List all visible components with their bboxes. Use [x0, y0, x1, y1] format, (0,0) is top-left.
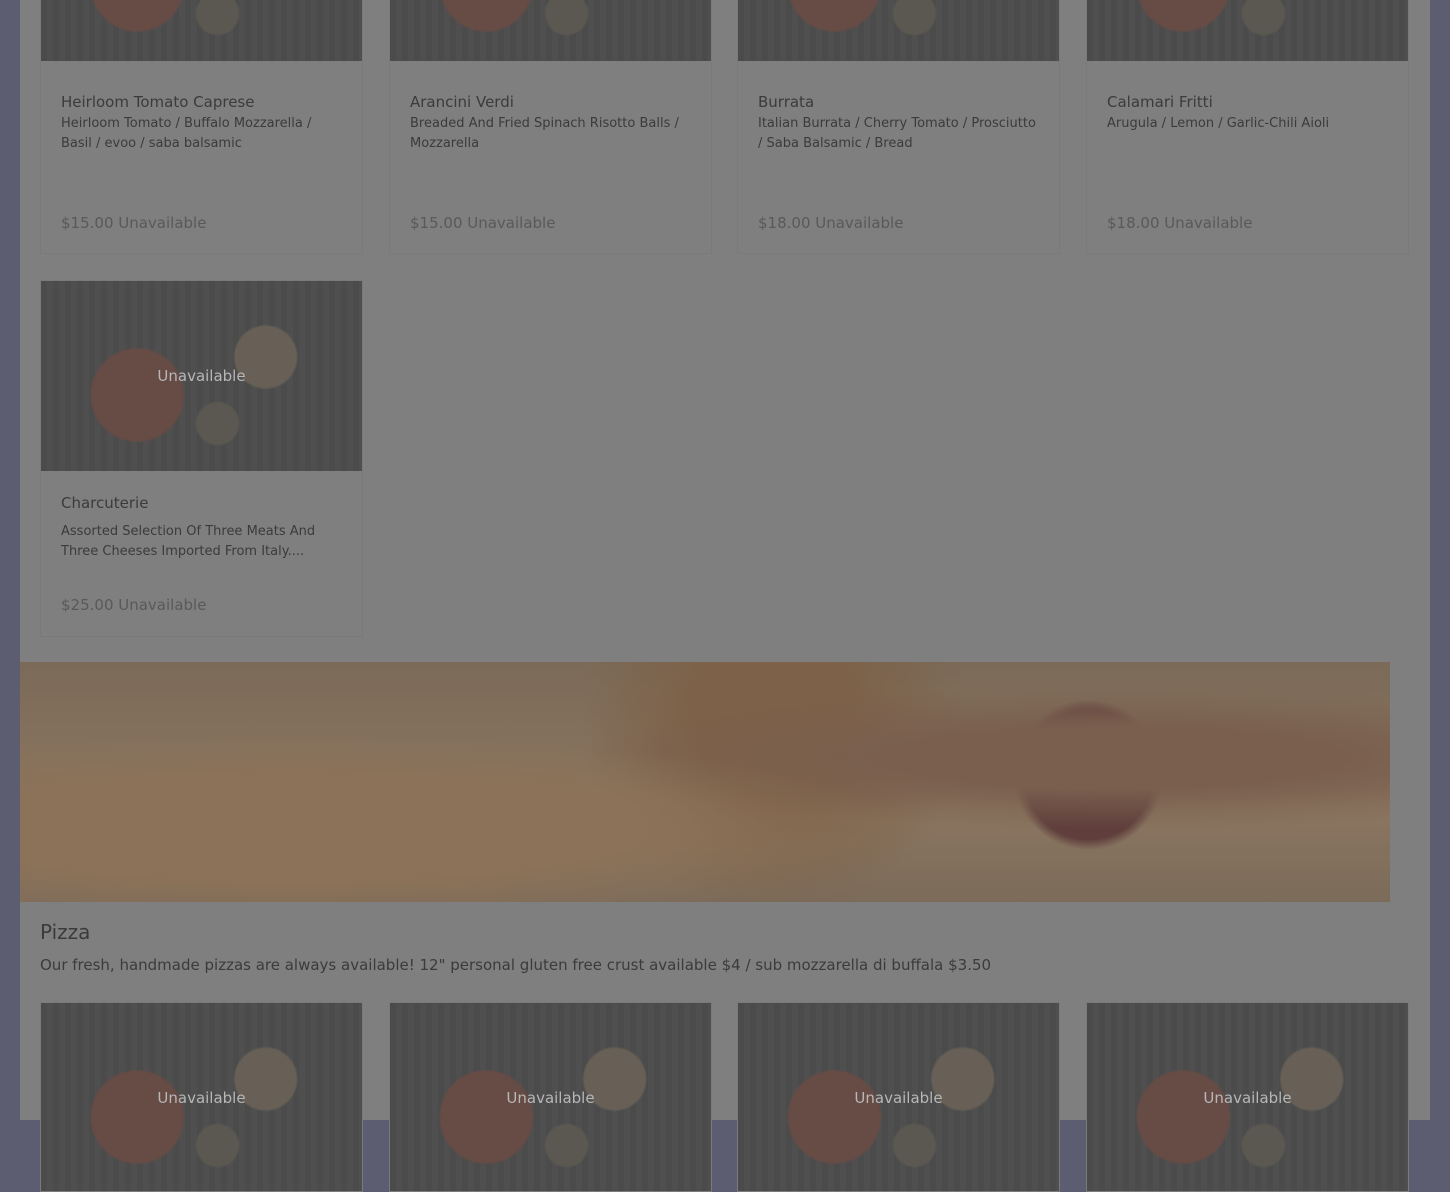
menu-item-description: Assorted Selection Of Three Meats And Th…	[61, 524, 316, 559]
menu-item-card[interactable]: Unavailable	[40, 1002, 363, 1192]
menu-item-card[interactable]: Burrata Italian Burrata / Cherry Tomato …	[737, 0, 1060, 254]
menu-item-card[interactable]: Unavailable	[737, 1002, 1060, 1192]
section-title: Pizza	[40, 920, 91, 944]
menu-item-card[interactable]: Unavailable	[1086, 1002, 1409, 1192]
menu-item-price: $18.00 Unavailable	[1107, 214, 1253, 232]
menu-item-title: Calamari Fritti	[1107, 93, 1213, 111]
pizza-section-banner	[20, 662, 1390, 902]
section-description: Our fresh, handmade pizzas are always av…	[40, 956, 992, 974]
menu-item-card[interactable]: Arancini Verdi Breaded And Fried Spinach…	[389, 0, 712, 254]
menu-item-card[interactable]: Heirloom Tomato Caprese Heirloom Tomato …	[40, 0, 363, 254]
menu-item-image	[1087, 0, 1408, 61]
menu-item-card[interactable]: Unavailable Charcuterie Assorted Selecti…	[40, 280, 363, 637]
menu-item-description: Heirloom Tomato / Buffalo Mozzarella / B…	[61, 116, 312, 151]
menu-item-price: $15.00 Unavailable	[61, 214, 207, 232]
menu-item-description: Breaded And Fried Spinach Risotto Balls …	[410, 116, 679, 151]
menu-item-image: Unavailable	[738, 1003, 1059, 1191]
menu-item-title: Charcuterie	[61, 494, 149, 512]
unavailable-overlay: Unavailable	[854, 1089, 943, 1107]
menu-item-image: Unavailable	[390, 1003, 711, 1191]
menu-item-image: Unavailable	[41, 281, 362, 471]
unavailable-overlay: Unavailable	[1203, 1089, 1292, 1107]
menu-item-price: $18.00 Unavailable	[758, 214, 904, 232]
unavailable-overlay: Unavailable	[157, 1089, 246, 1107]
menu-item-description: Arugula / Lemon / Garlic-Chili Aioli	[1107, 116, 1330, 131]
menu-item-image: Unavailable	[41, 1003, 362, 1191]
menu-item-card[interactable]: Calamari Fritti Arugula / Lemon / Garlic…	[1086, 0, 1409, 254]
menu-item-description: Italian Burrata / Cherry Tomato / Prosci…	[758, 116, 1036, 151]
unavailable-overlay: Unavailable	[506, 1089, 595, 1107]
menu-item-card[interactable]: Unavailable	[389, 1002, 712, 1192]
menu-item-image	[41, 0, 362, 61]
menu-item-title: Burrata	[758, 93, 815, 111]
menu-item-price: $25.00 Unavailable	[61, 596, 207, 614]
unavailable-overlay: Unavailable	[157, 367, 246, 385]
menu-item-image: Unavailable	[1087, 1003, 1408, 1191]
menu-item-title: Arancini Verdi	[410, 93, 514, 111]
menu-item-price: $15.00 Unavailable	[410, 214, 556, 232]
menu-item-image	[390, 0, 711, 61]
menu-item-image	[738, 0, 1059, 61]
menu-item-title: Heirloom Tomato Caprese	[61, 93, 255, 111]
